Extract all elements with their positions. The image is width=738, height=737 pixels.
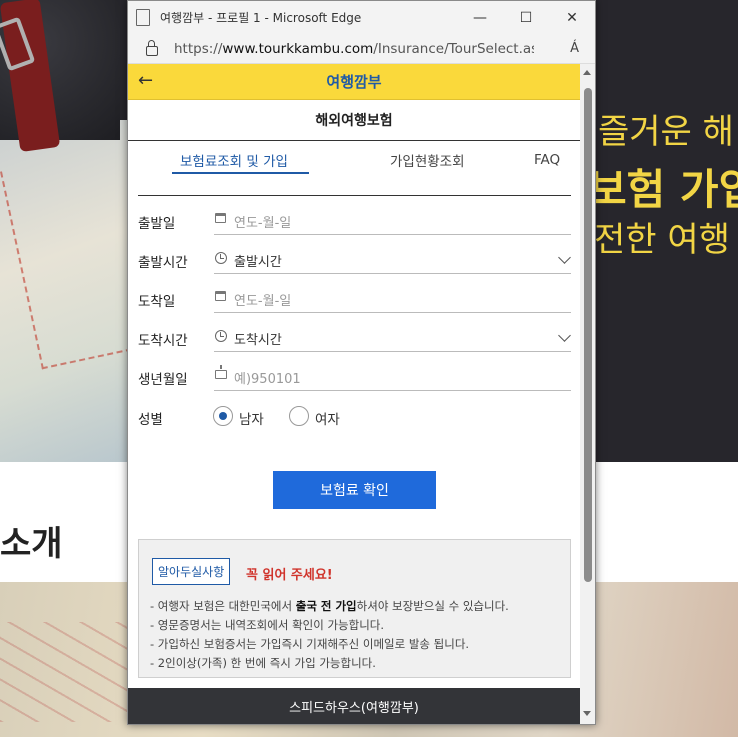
scroll-down-icon[interactable] (583, 711, 591, 716)
active-tab-indicator (172, 172, 309, 174)
url-text[interactable]: https://www.tourkkambu.com/Insurance/Tou… (174, 41, 534, 57)
departure-date-field[interactable]: 연도-월-일 (214, 208, 571, 235)
hero-text-line-1: 즐거운 해 (598, 112, 734, 152)
url-path: /Insurance/TourSelect.aspx?a... (373, 40, 534, 57)
notice-box: 알아두실사항 꼭 읽어 주세요! - 여행자 보험은 대한민국에서 출국 전 가… (138, 539, 571, 678)
arrival-date-row: 도착일 연도-월-일 (138, 286, 571, 313)
notice-item: - 가입하신 보험증서는 가입즉시 기재해주신 이메일로 발송 됩니다. (150, 635, 509, 654)
departure-time-label: 출발시간 (138, 255, 188, 271)
app-header: ← 여행깜부 (128, 64, 580, 100)
address-bar[interactable]: https://www.tourkkambu.com/Insurance/Tou… (128, 34, 595, 64)
arrival-time-value: 도착시간 (234, 333, 282, 348)
clock-icon (215, 252, 227, 264)
chevron-down-icon (558, 251, 571, 264)
gender-male-label[interactable]: 남자 (239, 408, 264, 428)
vertical-scrollbar[interactable] (580, 64, 595, 724)
arrival-date-placeholder: 연도-월-일 (234, 294, 292, 309)
notice-item: - 여행자 보험은 대한민국에서 출국 전 가입하셔야 보장받으실 수 있습니다… (150, 597, 509, 616)
url-host: www.tourkkambu.com (222, 40, 374, 57)
calendar-icon (215, 213, 226, 223)
departure-date-row: 출발일 연도-월-일 (138, 208, 571, 235)
notice-item: - 영문증명서는 내역조회에서 확인이 가능합니다. (150, 616, 509, 635)
tab-enrollment-status[interactable]: 가입현황조회 (390, 150, 465, 170)
clock-icon (215, 330, 227, 342)
window-controls: — ☐ ✕ (457, 1, 595, 34)
gender-row: 성별 남자 여자 (138, 406, 571, 428)
departure-date-label: 출발일 (138, 216, 176, 232)
intro-section-title: 소개 (0, 524, 63, 564)
scroll-thumb[interactable] (584, 88, 592, 582)
notice-item-text: - 영문증명서는 내역조회에서 확인이 가능합니다. (150, 618, 385, 632)
form-divider (138, 195, 571, 196)
minimize-icon: — (473, 9, 487, 26)
tab-faq[interactable]: FAQ (534, 152, 560, 168)
maximize-button[interactable]: ☐ (503, 1, 549, 34)
browser-window: 여행깜부 - 프로필 1 - Microsoft Edge — ☐ ✕ http… (127, 0, 596, 725)
birthdate-field[interactable]: 예)950101 (214, 364, 571, 391)
hero-text-line-2: 보험 가입 (588, 165, 738, 214)
notice-item-text: - 여행자 보험은 대한민국에서 (150, 599, 296, 613)
birthdate-placeholder: 예)950101 (234, 372, 301, 387)
notice-item-text: - 2인이상(가족) 한 번에 즉시 가입 가능합니다. (150, 656, 376, 670)
notice-tag: 알아두실사항 (152, 558, 231, 585)
footer-bar: 스피드하우스(여행깜부) (128, 688, 580, 724)
scroll-up-icon[interactable] (583, 70, 591, 75)
check-premium-button[interactable]: 보험료 확인 (273, 471, 436, 509)
notice-item: - 2인이상(가족) 한 번에 즉시 가입 가능합니다. (150, 654, 509, 673)
gender-male-radio[interactable] (213, 406, 233, 426)
notice-item-text: - 가입하신 보험증서는 가입즉시 기재해주신 이메일로 발송 됩니다. (150, 637, 470, 651)
app-title[interactable]: 여행깜부 (326, 71, 381, 92)
cake-icon (215, 365, 227, 379)
url-scheme: https:// (174, 40, 223, 57)
birthdate-row: 생년월일 예)950101 (138, 364, 571, 391)
page-content: ← 여행깜부 해외여행보험 보험료조회 및 가입 가입현황조회 FAQ 출발일 … (128, 64, 580, 688)
gender-label: 성별 (138, 412, 163, 428)
tab-premium-quote[interactable]: 보험료조회 및 가입 (180, 150, 288, 170)
title-bar: 여행깜부 - 프로필 1 - Microsoft Edge — ☐ ✕ (128, 1, 595, 34)
notice-list: - 여행자 보험은 대한민국에서 출국 전 가입하셔야 보장받으실 수 있습니다… (150, 597, 509, 673)
arrival-time-select[interactable]: 도착시간 (214, 325, 571, 352)
departure-time-row: 출발시간 출발시간 (138, 247, 571, 274)
chevron-down-icon (558, 329, 571, 342)
arrival-date-field[interactable]: 연도-월-일 (214, 286, 571, 313)
birthdate-label: 생년월일 (138, 372, 188, 388)
arrival-date-label: 도착일 (138, 294, 176, 310)
hero-text-line-3: 전한 여행 (594, 220, 730, 260)
back-arrow-icon[interactable]: ← (138, 70, 153, 91)
departure-time-select[interactable]: 출발시간 (214, 247, 571, 274)
page-title: 해외여행보험 (128, 100, 580, 141)
lock-icon[interactable] (146, 39, 158, 56)
departure-time-value: 출발시간 (234, 255, 282, 270)
page-icon (136, 9, 150, 26)
arrival-time-row: 도착시간 도착시간 (138, 325, 571, 352)
hero-map-image (0, 120, 130, 462)
gender-female-label[interactable]: 여자 (315, 408, 340, 428)
arrival-time-label: 도착시간 (138, 333, 188, 349)
notice-item-text: 하셔야 보장받으실 수 있습니다. (356, 599, 509, 613)
close-button[interactable]: ✕ (549, 1, 595, 34)
notice-heading: 꼭 읽어 주세요! (246, 568, 333, 583)
read-aloud-icon[interactable]: Á (570, 41, 579, 56)
minimize-button[interactable]: — (457, 1, 503, 34)
gender-female-radio[interactable] (289, 406, 309, 426)
departure-date-placeholder: 연도-월-일 (234, 216, 292, 231)
notice-item-emphasis: 출국 전 가입 (295, 599, 357, 613)
window-title: 여행깜부 - 프로필 1 - Microsoft Edge (160, 11, 362, 25)
maximize-icon: ☐ (519, 9, 533, 26)
close-icon: ✕ (566, 9, 578, 26)
calendar-icon (215, 291, 226, 301)
